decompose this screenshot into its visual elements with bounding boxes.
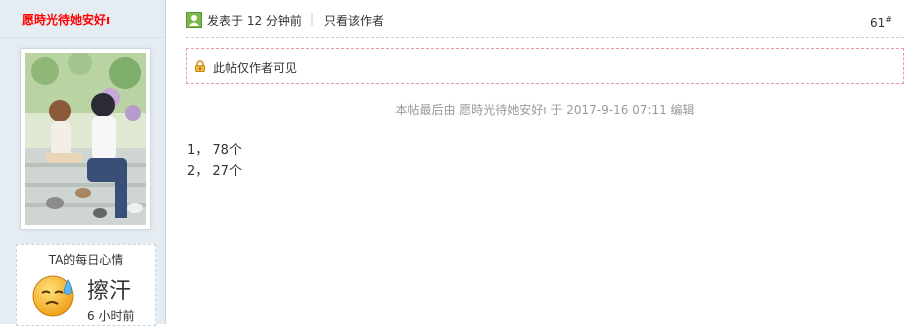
post-content: 1， 78个 2， 27个 [187, 140, 242, 182]
user-sidebar: 愿時光待她安好ı TA的每日心情 擦汗 6 小时前 [0, 0, 166, 326]
notice-text: 此帖仅作者可见 [213, 61, 298, 75]
username-bar: 愿時光待她安好ı [0, 0, 165, 38]
mood-time: 6 小时前 [87, 309, 135, 323]
avatar[interactable] [20, 48, 151, 230]
content-line: 1， 78个 [187, 143, 242, 158]
post-header: 发表于 12 分钟前 | 只看该作者 61# [186, 0, 904, 38]
username-link[interactable]: 愿時光待她安好ı [22, 11, 110, 28]
author-only-notice: 此帖仅作者可见 [186, 48, 904, 84]
daily-mood-card: TA的每日心情 擦汗 6 小时前 [16, 244, 156, 326]
floor-mark: # [885, 15, 892, 24]
lock-icon [195, 60, 205, 72]
view-author-only-link[interactable]: 只看该作者 [324, 12, 384, 29]
avatar-illustration [25, 53, 146, 225]
post-time: 发表于 12 分钟前 [207, 14, 302, 28]
mood-title: TA的每日心情 [48, 253, 124, 267]
online-status-icon [186, 12, 202, 28]
floor-number[interactable]: 61# [870, 15, 892, 30]
mood-name: 擦汗 [87, 279, 132, 304]
edit-status: 本帖最后由 愿時光待她安好ı 于 2017-9-16 07:11 编辑 [395, 103, 695, 117]
header-separator: | [310, 12, 315, 26]
content-line: 2， 27个 [187, 164, 242, 179]
sweat-emoticon-icon [32, 275, 74, 317]
floor-value: 61 [870, 16, 886, 30]
